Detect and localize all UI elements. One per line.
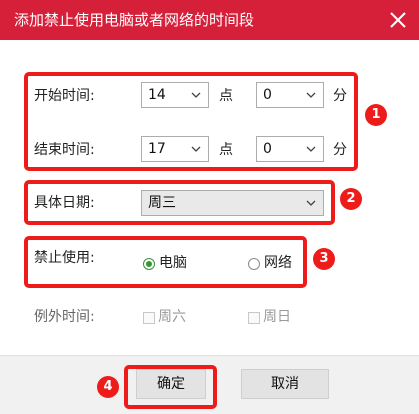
highlight-box-date	[24, 180, 335, 225]
highlight-box-ok	[124, 365, 217, 409]
title-bar: 添加禁止使用电脑或者网络的时间段	[0, 0, 419, 40]
close-icon[interactable]	[389, 11, 407, 29]
checkbox-sunday[interactable]	[248, 312, 260, 324]
annotation-badge-1: 1	[365, 104, 387, 126]
highlight-box-time	[24, 72, 358, 171]
checkbox-saturday-label: 周六	[158, 309, 186, 325]
checkbox-saturday[interactable]	[143, 312, 155, 324]
annotation-badge-2: 2	[340, 188, 362, 210]
cancel-button[interactable]: 取消	[241, 369, 329, 399]
exceptions-label: 例外时间:	[34, 309, 95, 325]
annotation-badge-4: 4	[97, 376, 119, 398]
highlight-box-block	[24, 236, 307, 288]
dialog-title: 添加禁止使用电脑或者网络的时间段	[14, 11, 255, 29]
annotation-badge-3: 3	[313, 248, 335, 270]
checkbox-sunday-label: 周日	[263, 309, 291, 325]
